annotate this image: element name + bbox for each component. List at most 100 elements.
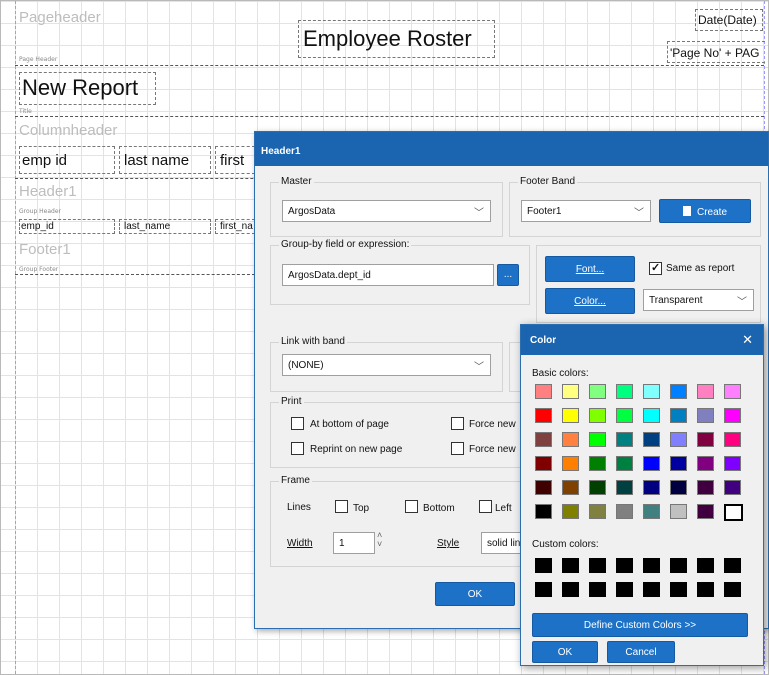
basic-color-swatch[interactable] bbox=[670, 504, 687, 519]
custom-color-swatch[interactable] bbox=[643, 582, 660, 597]
color-ok-button[interactable]: OK bbox=[532, 641, 598, 663]
basic-color-swatch[interactable] bbox=[562, 456, 579, 471]
custom-color-swatch[interactable] bbox=[724, 558, 741, 573]
basic-color-swatch[interactable] bbox=[643, 384, 660, 399]
basic-color-swatch[interactable] bbox=[589, 384, 606, 399]
field-first-name[interactable]: first_na bbox=[215, 219, 255, 234]
custom-color-swatch[interactable] bbox=[643, 558, 660, 573]
groupby-browse-button[interactable]: ... bbox=[497, 264, 519, 286]
at-bottom-checkbox[interactable] bbox=[291, 417, 304, 430]
title-text-control[interactable]: New Report bbox=[19, 72, 156, 105]
basic-color-swatch[interactable] bbox=[697, 504, 714, 519]
font-button[interactable]: Font... bbox=[545, 256, 635, 282]
stepper-arrows-icon[interactable]: ˄ ˅ bbox=[377, 531, 382, 549]
basic-color-swatch[interactable] bbox=[562, 408, 579, 423]
color-cancel-button[interactable]: Cancel bbox=[607, 641, 675, 663]
link-combo[interactable]: (NONE) ﹀ bbox=[282, 354, 491, 376]
header1-dialog-titlebar[interactable]: Header1 bbox=[255, 132, 768, 166]
width-stepper[interactable]: 1 bbox=[333, 532, 375, 554]
groupby-input[interactable]: ArgosData.dept_id bbox=[282, 264, 494, 286]
basic-color-swatch[interactable] bbox=[589, 480, 606, 495]
basic-color-swatch[interactable] bbox=[535, 384, 552, 399]
basic-color-swatch[interactable] bbox=[643, 456, 660, 471]
create-button[interactable]: Create bbox=[659, 199, 751, 223]
custom-color-swatch[interactable] bbox=[724, 582, 741, 597]
custom-color-swatch[interactable] bbox=[670, 582, 687, 597]
frame-top-checkbox[interactable] bbox=[335, 500, 348, 513]
color-button[interactable]: Color... bbox=[545, 288, 635, 314]
basic-color-swatch[interactable] bbox=[535, 456, 552, 471]
basic-color-swatch[interactable] bbox=[616, 480, 633, 495]
custom-color-swatch[interactable] bbox=[535, 582, 552, 597]
basic-color-swatch[interactable] bbox=[724, 384, 741, 399]
style-combo[interactable]: solid lin bbox=[481, 532, 521, 554]
basic-color-swatch[interactable] bbox=[535, 432, 552, 447]
basic-color-swatch[interactable] bbox=[724, 408, 741, 423]
basic-color-swatch[interactable] bbox=[697, 456, 714, 471]
basic-color-swatch[interactable] bbox=[562, 384, 579, 399]
color-combo[interactable]: Transparent ﹀ bbox=[643, 289, 754, 311]
master-combo[interactable]: ArgosData ﹀ bbox=[282, 200, 491, 222]
column-header-first[interactable]: first bbox=[215, 146, 255, 174]
color-dialog-titlebar[interactable]: Color bbox=[521, 325, 763, 355]
basic-color-swatch[interactable] bbox=[724, 432, 741, 447]
basic-color-swatch[interactable] bbox=[562, 504, 579, 519]
basic-color-swatch[interactable] bbox=[697, 408, 714, 423]
force-new-2-checkbox[interactable] bbox=[451, 442, 464, 455]
basic-color-swatch[interactable] bbox=[643, 432, 660, 447]
custom-color-swatch[interactable] bbox=[589, 558, 606, 573]
define-custom-colors-button[interactable]: Define Custom Colors >> bbox=[532, 613, 748, 637]
basic-color-swatch[interactable] bbox=[670, 384, 687, 399]
column-header-emp-id[interactable]: emp id bbox=[19, 146, 115, 174]
field-emp-id[interactable]: emp_id bbox=[19, 219, 115, 234]
custom-color-swatch[interactable] bbox=[697, 582, 714, 597]
ok-button[interactable]: OK bbox=[435, 582, 515, 606]
custom-color-swatch[interactable] bbox=[670, 558, 687, 573]
basic-color-swatch[interactable] bbox=[616, 384, 633, 399]
basic-color-swatch[interactable] bbox=[697, 480, 714, 495]
basic-color-swatch[interactable] bbox=[616, 456, 633, 471]
basic-color-swatch[interactable] bbox=[724, 504, 743, 521]
custom-color-swatch[interactable] bbox=[697, 558, 714, 573]
frame-bottom-checkbox[interactable] bbox=[405, 500, 418, 513]
basic-color-swatch[interactable] bbox=[670, 480, 687, 495]
custom-color-swatch[interactable] bbox=[616, 558, 633, 573]
page-no-field-control[interactable]: 'Page No' + PAG bbox=[667, 41, 765, 63]
basic-color-swatch[interactable] bbox=[589, 456, 606, 471]
basic-color-swatch[interactable] bbox=[616, 408, 633, 423]
basic-color-swatch[interactable] bbox=[535, 408, 552, 423]
frame-left-checkbox[interactable] bbox=[479, 500, 492, 513]
basic-color-swatch[interactable] bbox=[589, 432, 606, 447]
basic-color-swatch[interactable] bbox=[616, 432, 633, 447]
date-field-control[interactable]: Date(Date) bbox=[695, 9, 763, 31]
field-last-name[interactable]: last_name bbox=[119, 219, 211, 234]
basic-color-swatch[interactable] bbox=[724, 480, 741, 495]
basic-color-swatch[interactable] bbox=[535, 504, 552, 519]
basic-color-swatch[interactable] bbox=[643, 408, 660, 423]
same-as-report-checkbox[interactable] bbox=[649, 261, 662, 275]
custom-color-swatch[interactable] bbox=[562, 558, 579, 573]
basic-color-swatch[interactable] bbox=[670, 456, 687, 471]
footer-band-combo[interactable]: Footer1 ﹀ bbox=[521, 200, 651, 222]
force-new-1-checkbox[interactable] bbox=[451, 417, 464, 430]
close-icon[interactable]: ✕ bbox=[742, 332, 753, 348]
basic-color-swatch[interactable] bbox=[670, 432, 687, 447]
basic-color-swatch[interactable] bbox=[589, 504, 606, 519]
basic-color-swatch[interactable] bbox=[535, 480, 552, 495]
basic-color-swatch[interactable] bbox=[670, 408, 687, 423]
custom-color-swatch[interactable] bbox=[562, 582, 579, 597]
basic-color-swatch[interactable] bbox=[724, 456, 741, 471]
basic-color-swatch[interactable] bbox=[697, 384, 714, 399]
basic-color-swatch[interactable] bbox=[643, 480, 660, 495]
custom-color-swatch[interactable] bbox=[535, 558, 552, 573]
basic-color-swatch[interactable] bbox=[562, 432, 579, 447]
custom-color-swatch[interactable] bbox=[589, 582, 606, 597]
custom-color-swatch[interactable] bbox=[616, 582, 633, 597]
column-header-last-name[interactable]: last name bbox=[119, 146, 211, 174]
basic-color-swatch[interactable] bbox=[589, 408, 606, 423]
reprint-checkbox[interactable] bbox=[291, 442, 304, 455]
basic-color-swatch[interactable] bbox=[697, 432, 714, 447]
report-title-control[interactable]: Employee Roster bbox=[298, 20, 495, 58]
basic-color-swatch[interactable] bbox=[616, 504, 633, 519]
basic-color-swatch[interactable] bbox=[643, 504, 660, 519]
